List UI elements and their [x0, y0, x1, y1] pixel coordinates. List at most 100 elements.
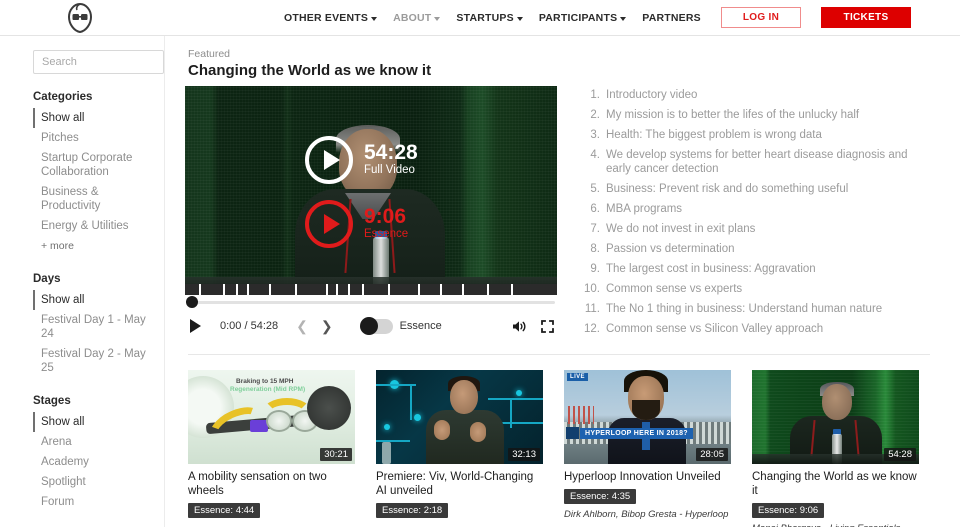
- video-card-subtitle: Dirk Ahlborn, Bibop Gresta - Hyperloop T…: [564, 509, 731, 520]
- chapter-marker[interactable]: [442, 284, 464, 295]
- video-card[interactable]: LIVE HYPERLOOP HERE IN 2018? 28:05 Hyper…: [564, 370, 731, 527]
- chapter-item[interactable]: 6. MBA programs: [581, 202, 930, 216]
- chapter-title: Health: The biggest problem is wrong dat…: [606, 128, 930, 142]
- chapter-marker[interactable]: [238, 284, 249, 295]
- video-thumbnail[interactable]: LIVE HYPERLOOP HERE IN 2018? 28:05: [564, 370, 731, 464]
- essence-toggle-knob[interactable]: [360, 317, 378, 335]
- chapter-marker[interactable]: [350, 284, 364, 295]
- video-thumbnail[interactable]: 32:13: [376, 370, 543, 464]
- video-thumbnail[interactable]: 54:28: [752, 370, 919, 464]
- fullscreen-button[interactable]: [541, 320, 554, 333]
- sidebar-item-stages-show-all[interactable]: Show all: [33, 412, 158, 432]
- essence-badge: Essence: 2:18: [376, 503, 448, 518]
- essence-toggle-track[interactable]: [360, 319, 393, 334]
- play-full-video-overlay[interactable]: 54:28 Full Video: [305, 136, 418, 184]
- sidebar-item-spotlight[interactable]: Spotlight: [33, 472, 158, 492]
- lower-third-caption: HYPERLOOP HERE IN 2018?: [580, 428, 693, 439]
- chapter-item[interactable]: 4. We develop systems for better heart d…: [581, 148, 930, 176]
- chapter-marker[interactable]: [271, 284, 297, 295]
- essence-toggle[interactable]: Essence: [360, 319, 442, 334]
- chapter-marker[interactable]: [328, 284, 338, 295]
- search-input[interactable]: [33, 50, 164, 74]
- featured-eyebrow: Featured: [188, 48, 930, 60]
- chapter-number: 6.: [581, 202, 600, 216]
- nav-item-startups[interactable]: STARTUPS: [456, 12, 522, 24]
- video-card[interactable]: 32:13 Premiere: Viv, World-Changing AI u…: [376, 370, 543, 527]
- chapter-title: Common sense vs Silicon Valley approach: [606, 322, 930, 336]
- chapter-item[interactable]: 3. Health: The biggest problem is wrong …: [581, 128, 930, 142]
- sidebar-item-energy-utilities[interactable]: Energy & Utilities: [33, 216, 158, 236]
- chapter-number: 4.: [581, 148, 600, 176]
- section-divider: [188, 354, 930, 355]
- essence-badge: Essence: 4:35: [564, 489, 636, 504]
- sidebar-item-business-productivity[interactable]: Business & Productivity: [33, 182, 158, 216]
- chapter-item[interactable]: 2. My mission is to better the lifes of …: [581, 108, 930, 122]
- sidebar-item-academy[interactable]: Academy: [33, 452, 158, 472]
- nav-item-other-events[interactable]: OTHER EVENTS: [284, 12, 377, 24]
- play-button[interactable]: [190, 319, 201, 333]
- chapter-marker[interactable]: [225, 284, 238, 295]
- chapter-marker[interactable]: [185, 284, 201, 295]
- video-grid: Braking to 15 MPH Regeneration (Mid RPM)…: [185, 370, 930, 527]
- video-card[interactable]: 54:28 Changing the World as we know it E…: [752, 370, 919, 527]
- chapter-item[interactable]: 7. We do not invest in exit plans: [581, 222, 930, 236]
- progress-scrubber[interactable]: [185, 295, 557, 309]
- nav-item-participants[interactable]: PARTICIPANTS: [539, 12, 626, 24]
- chapter-item[interactable]: 5. Business: Prevent risk and do somethi…: [581, 182, 930, 196]
- chapter-marker[interactable]: [464, 284, 489, 295]
- sidebar-group-title-days: Days: [33, 273, 164, 285]
- video-duration-badge: 28:05: [696, 448, 728, 461]
- video-card-title: Hyperloop Innovation Unveiled: [564, 470, 731, 484]
- chapter-marker[interactable]: [513, 284, 537, 295]
- sidebar-item-festival-day-1[interactable]: Festival Day 1 - May 24: [33, 310, 158, 344]
- chapter-marker[interactable]: [249, 284, 271, 295]
- chapter-number: 7.: [581, 222, 600, 236]
- video-player: 54:28 Full Video 9:06 Essence: [185, 86, 557, 342]
- tickets-button[interactable]: TICKETS: [821, 7, 911, 28]
- previous-chapter-button[interactable]: ❮: [296, 319, 308, 333]
- video-card[interactable]: Braking to 15 MPH Regeneration (Mid RPM)…: [188, 370, 355, 527]
- chapter-marker[interactable]: [364, 284, 390, 295]
- chapter-item[interactable]: 10. Common sense vs experts: [581, 282, 930, 296]
- chapter-marker[interactable]: [201, 284, 225, 295]
- progress-track[interactable]: [193, 301, 555, 304]
- sidebar-item-more[interactable]: + more: [33, 236, 158, 256]
- video-card-subtitle: Manoj Bhargava - Living Essentials: [752, 523, 919, 527]
- chapter-number: 11.: [581, 302, 600, 316]
- sidebar-item-pitches[interactable]: Pitches: [33, 128, 158, 148]
- chapter-item[interactable]: 11. The No 1 thing in business: Understa…: [581, 302, 930, 316]
- sidebar-group-title-stages: Stages: [33, 395, 164, 407]
- video-thumbnail[interactable]: Braking to 15 MPH Regeneration (Mid RPM)…: [188, 370, 355, 464]
- chapter-item[interactable]: 8. Passion vs determination: [581, 242, 930, 256]
- play-essence-overlay[interactable]: 9:06 Essence: [305, 200, 408, 248]
- chapter-marker[interactable]: [297, 284, 328, 295]
- sidebar-item-startup-corporate-collaboration[interactable]: Startup Corporate Collaboration: [33, 148, 158, 182]
- video-stage[interactable]: 54:28 Full Video 9:06 Essence: [185, 86, 557, 295]
- sidebar-item-forum[interactable]: Forum: [33, 492, 158, 512]
- chapter-marker[interactable]: [420, 284, 442, 295]
- chapter-marker[interactable]: [390, 284, 420, 295]
- chapter-item[interactable]: 1. Introductory video: [581, 88, 930, 102]
- site-logo[interactable]: [64, 2, 96, 34]
- next-chapter-button[interactable]: ❯: [321, 319, 333, 333]
- sidebar-item-festival-day-2[interactable]: Festival Day 2 - May 25: [33, 344, 158, 378]
- login-button[interactable]: LOG IN: [721, 7, 801, 28]
- chapter-item[interactable]: 12. Common sense vs Silicon Valley appro…: [581, 322, 930, 336]
- video-duration-badge: 32:13: [508, 448, 540, 461]
- sidebar-item-categories-show-all[interactable]: Show all: [33, 108, 158, 128]
- essence-badge: Essence: 9:06: [752, 503, 824, 518]
- chapter-number: 2.: [581, 108, 600, 122]
- volume-button[interactable]: [512, 320, 527, 333]
- progress-handle[interactable]: [186, 296, 198, 308]
- chapter-marker-strip[interactable]: [185, 284, 557, 295]
- nav-item-about[interactable]: ABOUT: [393, 12, 440, 24]
- sidebar-item-arena[interactable]: Arena: [33, 432, 158, 452]
- site-header: OTHER EVENTS ABOUT STARTUPS PARTICIPANTS…: [0, 0, 960, 36]
- chapter-marker[interactable]: [489, 284, 513, 295]
- chapter-marker[interactable]: [338, 284, 350, 295]
- sidebar-item-days-show-all[interactable]: Show all: [33, 290, 158, 310]
- nav-item-partners[interactable]: PARTNERS: [642, 12, 701, 24]
- thumbnail-art-caption-1: Braking to 15 MPH: [236, 378, 293, 385]
- chapter-item[interactable]: 9. The largest cost in business: Aggrava…: [581, 262, 930, 276]
- chapter-number: 10.: [581, 282, 600, 296]
